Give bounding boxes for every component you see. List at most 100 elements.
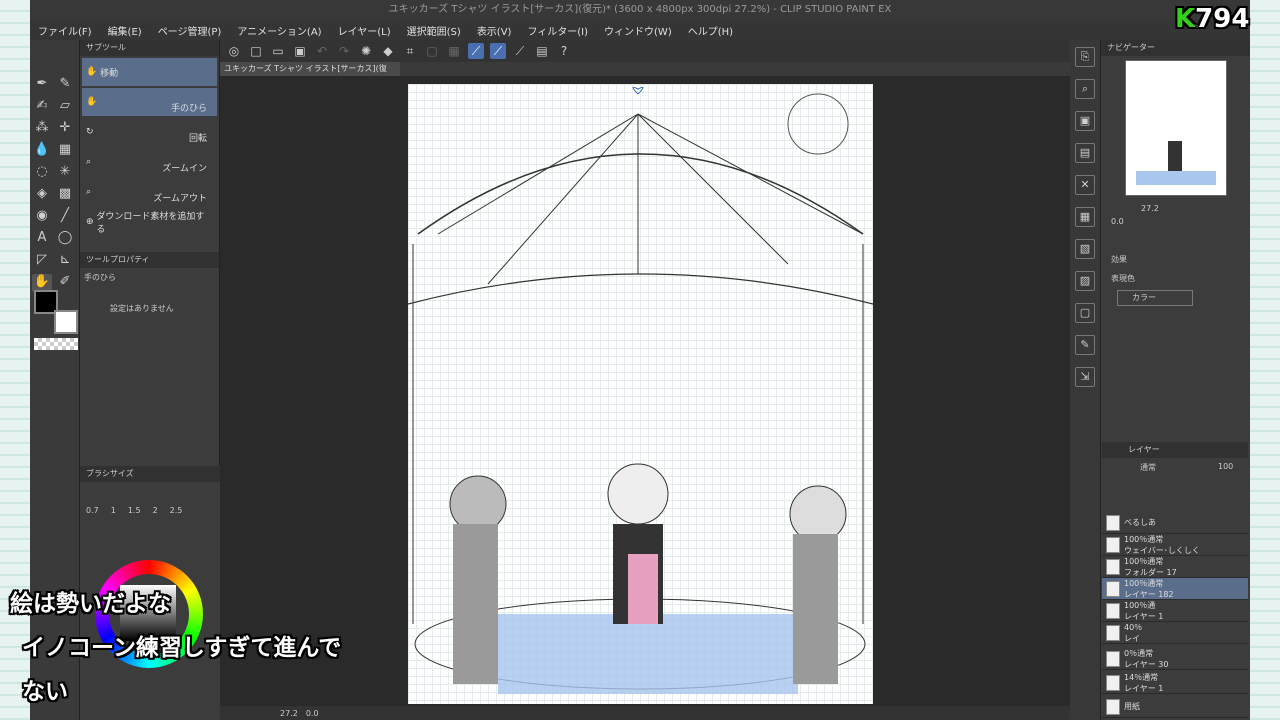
pen-icon[interactable]: ✒	[32, 76, 52, 94]
status-angle[interactable]: 0.0	[306, 709, 319, 718]
auto-select-icon[interactable]: ✳	[55, 164, 75, 182]
lasso-icon[interactable]: ◌	[32, 164, 52, 182]
balloon-icon[interactable]: ◯	[55, 230, 75, 248]
file-icon[interactable]: ▢	[1075, 303, 1095, 323]
brush-size-header: ブラシサイズ	[80, 466, 220, 482]
figure-icon[interactable]: ◸	[32, 252, 52, 270]
transform-icon[interactable]: ⌗	[402, 43, 418, 59]
navigator-preview[interactable]	[1125, 60, 1227, 196]
menu-view[interactable]: 表示(V)	[477, 23, 512, 38]
sub-color-swatch[interactable]	[54, 310, 78, 334]
ruler-icon[interactable]: ⊾	[55, 252, 75, 270]
opacity-value[interactable]: 100	[1218, 462, 1233, 471]
eyedropper-icon[interactable]: ✐	[55, 274, 75, 292]
layer-row[interactable]: 0％通常 レイヤー 30	[1102, 648, 1248, 670]
folder-icon	[1106, 558, 1120, 575]
fill-icon[interactable]: ◆	[380, 43, 396, 59]
caption-line-2: イノコーン練習しすぎて進んで	[22, 635, 342, 661]
close-icon[interactable]: ✕	[1075, 175, 1095, 195]
redo-icon[interactable]: ↷	[336, 43, 352, 59]
menu-edit[interactable]: 編集(E)	[108, 23, 142, 38]
color-mode-select[interactable]: カラー	[1117, 290, 1193, 306]
eraser-icon[interactable]: ▱	[55, 98, 75, 116]
loading-icon[interactable]: ✺	[358, 43, 374, 59]
layer-row[interactable]: 100％通常 フォルダー 17	[1102, 556, 1248, 578]
brush-size-option[interactable]: 0.7	[86, 506, 99, 515]
undo-icon[interactable]: ↶	[314, 43, 330, 59]
pencil-icon[interactable]: ✎	[55, 76, 75, 94]
snap-special-icon[interactable]: ⟋	[490, 43, 506, 59]
open-file-icon[interactable]: ▭	[270, 43, 286, 59]
layer-row[interactable]: 100％通常 ウェイバー･しくしく	[1102, 534, 1248, 556]
layer-icon[interactable]: ▨	[1075, 271, 1095, 291]
brush-size-option[interactable]: 1.5	[128, 506, 141, 515]
document-tab[interactable]: ユキッカーズ Tシャツ イラスト[サーカス](復元)*	[220, 62, 400, 87]
drawing-canvas[interactable]	[407, 84, 874, 704]
clear-icon[interactable]: ▢	[424, 43, 440, 59]
blend-mode-select[interactable]: 通常	[1140, 462, 1156, 473]
stack-icon[interactable]: ▧	[1075, 239, 1095, 259]
menu-file[interactable]: ファイル(F)	[38, 23, 92, 38]
layer-mode: 100％通常	[1124, 578, 1164, 588]
subtool-zoom-out-label: ズームアウト	[153, 194, 207, 204]
transparent-color-swatch[interactable]	[34, 338, 78, 350]
decoration-icon[interactable]: ⁂	[32, 120, 52, 138]
help-icon[interactable]: ?	[556, 43, 572, 59]
subtool-rotate[interactable]: ↻ 回転	[82, 118, 217, 146]
layer-row[interactable]: べるしあ	[1102, 512, 1248, 534]
menu-filter[interactable]: フィルター(I)	[527, 23, 588, 38]
caption-line-1: 絵は勢いだよな	[10, 591, 171, 617]
image-icon[interactable]: ▤	[1075, 143, 1095, 163]
brush-size-option[interactable]: 2	[153, 506, 158, 515]
material-icon[interactable]: ▣	[1075, 111, 1095, 131]
menu-page[interactable]: ページ管理(P)	[158, 23, 222, 38]
plus-circle-icon: ⊕	[86, 217, 94, 227]
layer-row-selected[interactable]: 100％通常 レイヤー 182	[1102, 578, 1248, 600]
navigator-icon[interactable]: ⎘	[1075, 47, 1095, 67]
snap-grid-icon[interactable]: ⟋	[512, 43, 528, 59]
magnifier-icon: ⌕	[86, 157, 92, 167]
line-icon[interactable]: ╱	[55, 208, 75, 226]
navigator-rotation[interactable]: 0.0	[1101, 217, 1250, 226]
frame-icon[interactable]: ▦	[55, 142, 75, 160]
settings-icon[interactable]: ▤	[534, 43, 550, 59]
text-icon[interactable]: A	[32, 230, 52, 248]
snap-ruler-icon[interactable]: ⟋	[468, 43, 484, 59]
subtool-move[interactable]: ✋ 移動	[82, 58, 217, 86]
brush-size-option[interactable]: 2.5	[170, 506, 183, 515]
layer-row[interactable]: 40％ レイ	[1102, 622, 1248, 644]
brush-icon[interactable]: ✍	[32, 98, 52, 116]
subtool-zoom-out[interactable]: ⌕ ズームアウト	[82, 178, 217, 206]
layer-row[interactable]: 用紙	[1102, 696, 1248, 718]
layer-row[interactable]: 100％通 レイヤー 1	[1102, 600, 1248, 622]
save-icon[interactable]: ▣	[292, 43, 308, 59]
clip-studio-icon[interactable]: ◎	[226, 43, 242, 59]
grid-icon[interactable]: ▦	[1075, 207, 1095, 227]
subtool-hand[interactable]: ✋ 手のひら	[82, 88, 217, 116]
layer-row[interactable]: 14％通常 レイヤー 1	[1102, 672, 1248, 694]
menu-layer[interactable]: レイヤー(L)	[338, 23, 391, 38]
bucket-icon[interactable]: ◈	[32, 186, 52, 204]
folder-icon	[1106, 536, 1120, 553]
edit-icon[interactable]: ✎	[1075, 335, 1095, 355]
layer-name: レイヤー 30	[1124, 659, 1169, 669]
search-icon[interactable]: ⌕	[1075, 79, 1095, 99]
subtool-zoom-in[interactable]: ⌕ ズームイン	[82, 148, 217, 176]
navigator-zoom[interactable]: 27.2	[1101, 200, 1250, 217]
add-material-button[interactable]: ⊕ ダウンロード素材を追加する	[82, 208, 217, 236]
menu-help[interactable]: ヘルプ(H)	[688, 23, 733, 38]
menu-window[interactable]: ウィンドウ(W)	[604, 23, 672, 38]
brush-size-option[interactable]: 1	[111, 506, 116, 515]
effect-label: 効果	[1111, 255, 1127, 264]
operation-icon[interactable]: ◉	[32, 208, 52, 226]
blend-icon[interactable]: 💧	[32, 142, 52, 160]
rotate-icon: ↻	[86, 127, 94, 137]
gradient-icon[interactable]: ▩	[55, 186, 75, 204]
export-icon[interactable]: ⇲	[1075, 367, 1095, 387]
selection-icon[interactable]: ▦	[446, 43, 462, 59]
status-zoom[interactable]: 27.2	[280, 709, 298, 718]
menu-selection[interactable]: 選択範囲(S)	[407, 23, 461, 38]
menu-animation[interactable]: アニメーション(A)	[237, 23, 321, 38]
move-layer-icon[interactable]: ✛	[55, 120, 75, 138]
new-file-icon[interactable]: □	[248, 43, 264, 59]
